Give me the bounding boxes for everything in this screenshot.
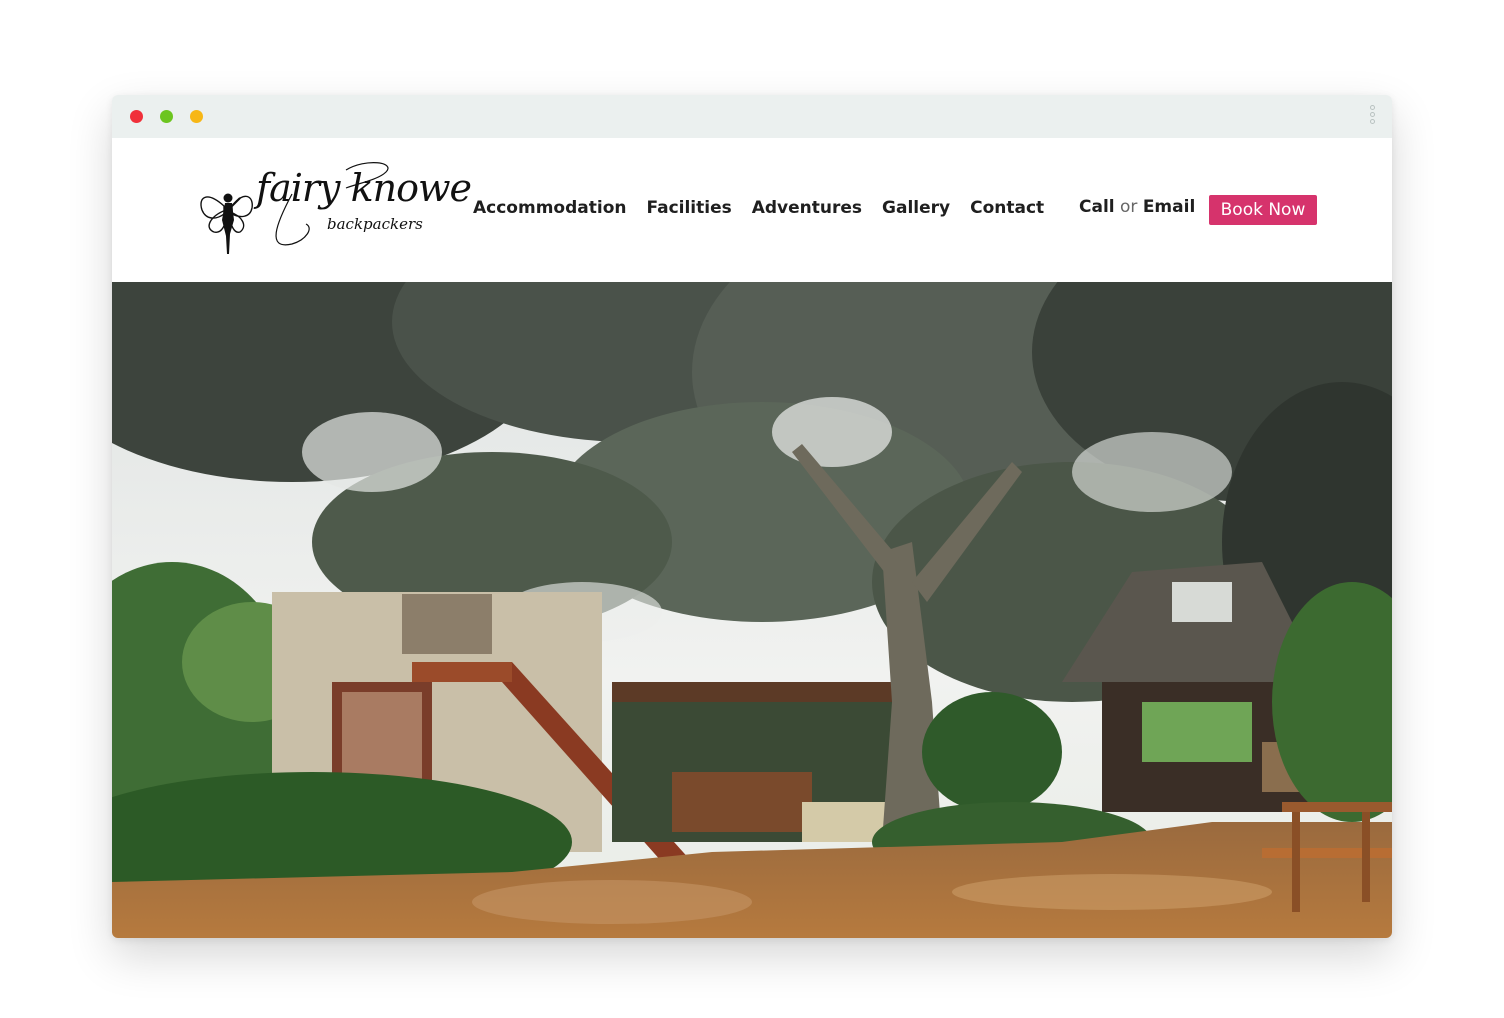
call-link[interactable]: Call bbox=[1079, 197, 1115, 217]
logo-wordmark: fairy knowe bbox=[256, 166, 472, 210]
more-options-icon[interactable] bbox=[1370, 105, 1378, 129]
nav-item-gallery[interactable]: Gallery bbox=[882, 198, 950, 218]
site-logo[interactable]: fairy knowe backpackers bbox=[196, 154, 472, 266]
window-titlebar bbox=[112, 95, 1392, 139]
book-now-button[interactable]: Book Now bbox=[1209, 195, 1317, 225]
contact-separator: or bbox=[1120, 197, 1138, 217]
browser-window: fairy knowe backpackers Accommodation Fa… bbox=[112, 95, 1392, 938]
minimize-window-button[interactable] bbox=[160, 110, 173, 123]
email-link[interactable]: Email bbox=[1143, 197, 1195, 217]
site-header: fairy knowe backpackers Accommodation Fa… bbox=[112, 138, 1392, 282]
logo-subtitle: backpackers bbox=[327, 215, 423, 233]
main-navigation: Accommodation Facilities Adventures Gall… bbox=[473, 198, 1064, 218]
hero-image bbox=[112, 282, 1392, 938]
nav-item-facilities[interactable]: Facilities bbox=[646, 198, 731, 218]
contact-links: Call or Email bbox=[1079, 197, 1195, 217]
nav-item-adventures[interactable]: Adventures bbox=[752, 198, 862, 218]
nav-item-contact[interactable]: Contact bbox=[970, 198, 1044, 218]
maximize-window-button[interactable] bbox=[190, 110, 203, 123]
close-window-button[interactable] bbox=[130, 110, 143, 123]
nav-item-accommodation[interactable]: Accommodation bbox=[473, 198, 626, 218]
